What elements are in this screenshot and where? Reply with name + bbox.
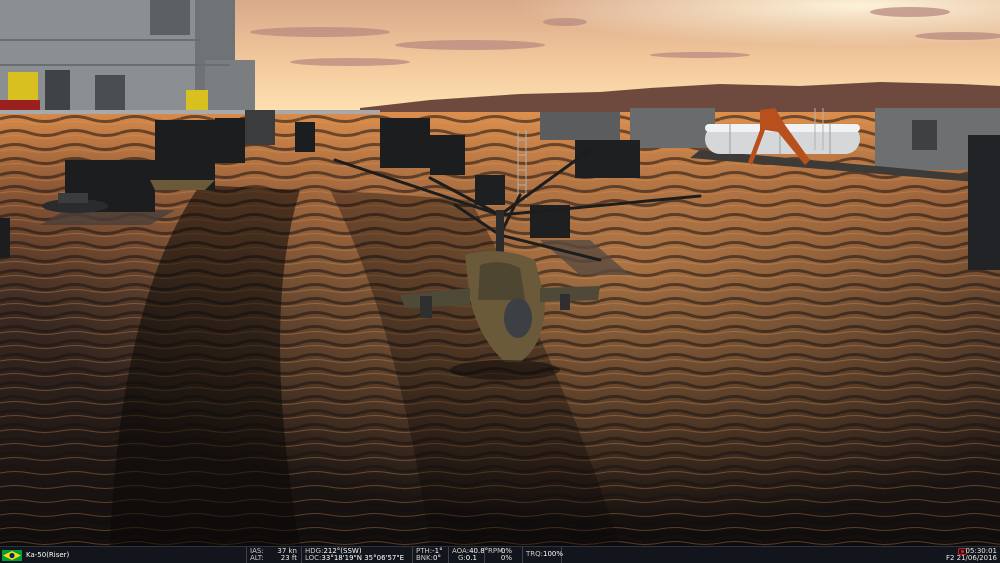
carrier-island bbox=[0, 0, 255, 112]
speed-alt-cell: IAS: ALT: 37 kn 23 ft bbox=[246, 547, 301, 563]
alt-label: ALT: bbox=[250, 554, 264, 562]
rpm-cell: RPM: 0% 0% bbox=[484, 547, 522, 563]
g-value: 0.1 bbox=[465, 554, 477, 562]
aircraft-name: Ka-50(Riser) bbox=[26, 551, 70, 559]
loc-label: LOC: bbox=[305, 554, 322, 562]
mission-date: F2 21/06/2016 bbox=[945, 554, 997, 562]
game-viewport bbox=[0, 0, 1000, 546]
heading-location-cell: HDG:212°(SSW) LOC:33°18'19"N 35°06'57"E bbox=[301, 547, 412, 563]
trq-label: TRQ: bbox=[526, 550, 544, 558]
brazil-flag-icon bbox=[2, 550, 22, 561]
alt-value: 23 ft bbox=[280, 554, 297, 562]
scene-render bbox=[0, 0, 1000, 546]
bnk-label: BNK: bbox=[416, 554, 433, 562]
bnk-value: 0° bbox=[433, 554, 441, 562]
aoa-g-cell: AOA:40.8° G:0.1 bbox=[448, 547, 488, 563]
g-label: G: bbox=[458, 554, 466, 562]
trq-value: 100% bbox=[543, 550, 564, 558]
attitude-cell: PTH:-1° BNK:0° bbox=[412, 547, 448, 563]
rpm-value-2: 0% bbox=[500, 554, 512, 562]
deck-edge bbox=[0, 110, 380, 114]
status-bar: Ka-50(Riser) IAS: ALT: 37 kn 23 ft HDG:2… bbox=[0, 546, 1000, 563]
loc-value: 33°18'19"N 35°06'57"E bbox=[321, 554, 405, 562]
torque-cell: TRQ:100% bbox=[522, 547, 564, 563]
